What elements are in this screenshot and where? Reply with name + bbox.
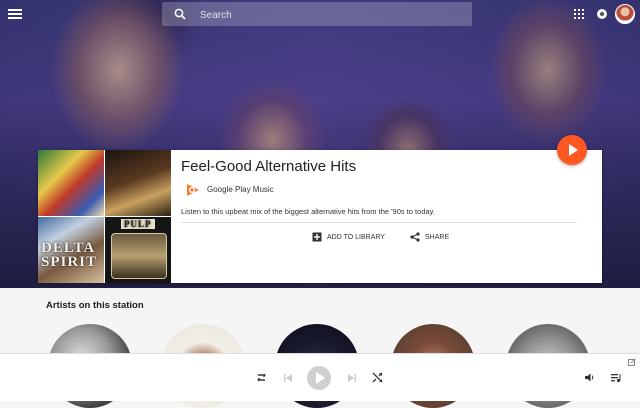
add-to-library-icon [312,232,322,242]
share-label: SHARE [425,233,450,241]
open-in-new-icon[interactable] [628,358,636,366]
player-bar [0,353,640,401]
album-tile-2 [105,150,171,216]
shuffle-icon[interactable] [372,372,383,383]
search-bar[interactable] [162,2,472,26]
skip-previous-icon[interactable] [283,373,293,383]
station-description: Listen to this upbeat mix of the biggest… [181,207,435,216]
album-tile-3: DELTA SPIRIT [38,217,104,283]
station-title: Feel-Good Alternative Hits [181,158,357,175]
station-provider: Google Play Music [207,185,274,194]
play-station-button[interactable] [557,135,587,165]
share-button[interactable]: SHARE [410,230,449,244]
user-avatar[interactable] [615,4,635,24]
hamburger-menu-icon[interactable] [8,7,22,21]
add-to-library-button[interactable]: ADD TO LIBRARY [312,230,385,244]
volume-icon[interactable] [584,372,595,383]
repeat-icon[interactable] [256,372,267,383]
album-tile-4-label: PULP [121,219,155,229]
search-input[interactable] [198,5,462,25]
album-tile-1 [38,150,104,216]
station-card: DELTA SPIRIT PULP Feel-Good Alternative … [38,150,602,283]
album-tile-4: PULP [105,217,171,283]
album-tile-3-label: DELTA SPIRIT [41,240,98,270]
google-play-music-logo-icon [187,184,199,196]
add-to-library-label: ADD TO LIBRARY [327,233,385,241]
apps-grid-icon[interactable] [574,9,584,19]
play-icon[interactable] [307,366,331,390]
notification-icon[interactable] [597,9,607,19]
artists-section-title: Artists on this station [46,300,144,311]
search-icon [174,8,186,20]
top-bar [0,0,640,28]
share-icon [410,232,420,242]
station-album-art: DELTA SPIRIT PULP [38,150,171,283]
skip-next-icon[interactable] [347,373,357,383]
queue-icon[interactable] [610,372,622,383]
card-divider [181,222,577,223]
